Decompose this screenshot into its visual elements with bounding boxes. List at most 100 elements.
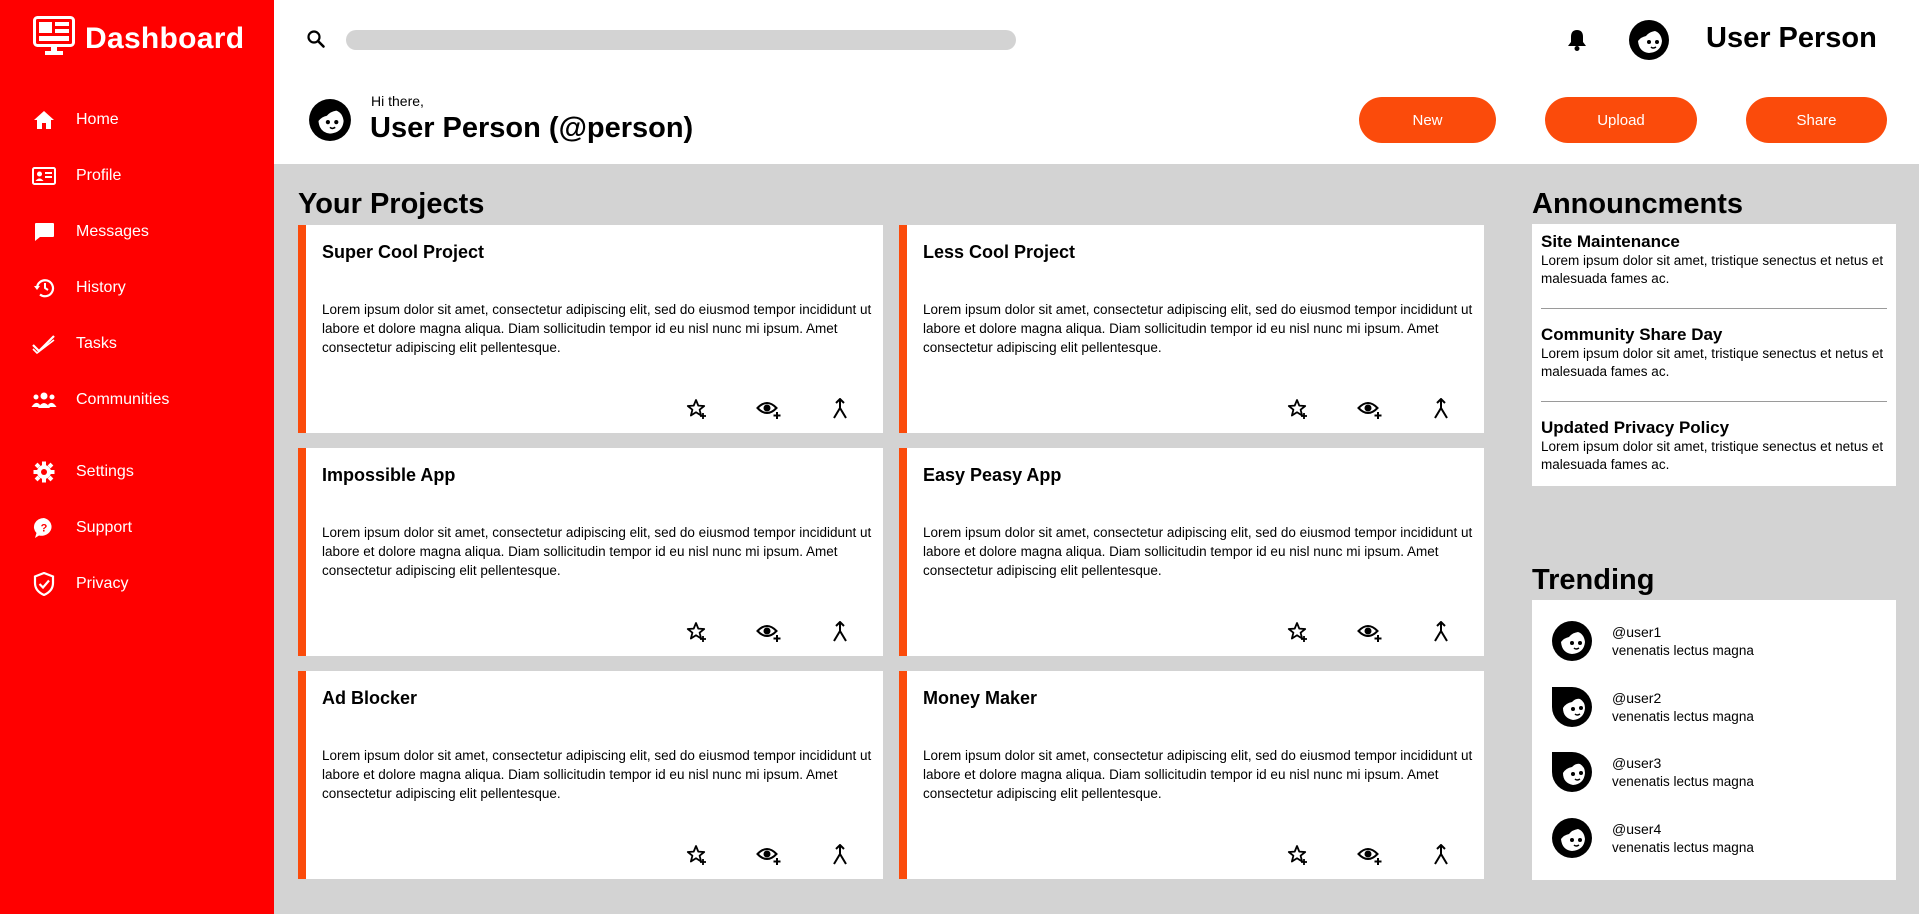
project-description: Lorem ipsum dolor sit amet, consectetur …	[322, 748, 872, 801]
watch-add-icon[interactable]	[1356, 841, 1384, 869]
sidebar-item-profile[interactable]: Profile	[30, 159, 260, 193]
avatar	[1551, 686, 1593, 733]
project-title[interactable]: Ad Blocker	[322, 688, 417, 709]
sidebar-item-label: Home	[76, 111, 119, 128]
sidebar-item-support[interactable]: ? Support	[30, 511, 260, 545]
trending-user[interactable]: @user3 venenatis lectus magna	[1551, 751, 1881, 801]
announcements-panel: Site Maintenance Lorem ipsum dolor sit a…	[1532, 224, 1896, 486]
trending-panel: @user1 venenatis lectus magna @user2 ven…	[1532, 600, 1896, 880]
project-title[interactable]: Impossible App	[322, 465, 455, 486]
share-button[interactable]: Share	[1746, 97, 1887, 143]
fork-icon[interactable]	[1427, 395, 1455, 423]
upload-button[interactable]: Upload	[1545, 97, 1697, 143]
trending-user[interactable]: @user2 venenatis lectus magna	[1551, 686, 1881, 736]
shield-icon	[30, 570, 58, 598]
sidebar-item-communities[interactable]: Communities	[30, 383, 260, 417]
svg-text:?: ?	[41, 523, 48, 535]
brand[interactable]: Dashboard	[33, 16, 244, 61]
project-card[interactable]: Super Cool Project Lorem ipsum dolor sit …	[298, 225, 883, 433]
announcement-title: Site Maintenance	[1541, 232, 1680, 251]
history-icon	[30, 274, 58, 302]
projects-heading: Your Projects	[298, 188, 485, 220]
project-actions	[1184, 383, 1484, 433]
search-icon[interactable]	[306, 29, 326, 54]
project-card[interactable]: Ad Blocker Lorem ipsum dolor sit amet, co…	[298, 671, 883, 879]
announcement-item[interactable]: Site Maintenance Lorem ipsum dolor sit a…	[1541, 232, 1887, 288]
announcement-title: Updated Privacy Policy	[1541, 418, 1730, 437]
sidebar-item-messages[interactable]: Messages	[30, 215, 260, 249]
greeting-small: Hi there,	[371, 93, 424, 109]
fork-icon[interactable]	[1427, 618, 1455, 646]
bell-icon[interactable]	[1566, 28, 1588, 57]
announcement-item[interactable]: Updated Privacy Policy Lorem ipsum dolor…	[1541, 418, 1887, 474]
project-card[interactable]: Impossible App Lorem ipsum dolor sit amet…	[298, 448, 883, 656]
project-description: Lorem ipsum dolor sit amet, consectetur …	[322, 302, 872, 355]
sidebar-item-label: Support	[76, 519, 133, 536]
project-card[interactable]: Money Maker Lorem ipsum dolor sit amet, c…	[899, 671, 1484, 879]
trending-user[interactable]: @user1 venenatis lectus magna	[1551, 620, 1881, 670]
watch-add-icon[interactable]	[755, 395, 783, 423]
watch-add-icon[interactable]	[1356, 618, 1384, 646]
star-add-icon[interactable]	[683, 841, 711, 869]
watch-add-icon[interactable]	[1356, 395, 1384, 423]
sidebar-item-label: Messages	[76, 223, 149, 240]
project-description: Lorem ipsum dolor sit amet, consectetur …	[923, 525, 1473, 578]
fork-icon[interactable]	[826, 395, 854, 423]
fork-icon[interactable]	[826, 618, 854, 646]
project-title[interactable]: Money Maker	[923, 688, 1037, 709]
trending-handle: @user3	[1612, 755, 1662, 771]
sidebar-item-home[interactable]: Home	[30, 103, 260, 137]
fork-icon[interactable]	[1427, 841, 1455, 869]
star-add-icon[interactable]	[683, 395, 711, 423]
sidebar-item-tasks[interactable]: Tasks	[30, 327, 260, 361]
sidebar: Dashboard Home Profile Messages History	[0, 0, 274, 914]
project-title[interactable]: Super Cool Project	[322, 242, 484, 263]
avatar[interactable]	[1628, 19, 1670, 66]
avatar	[1551, 620, 1593, 667]
top-header: User Person Hi there, User Person (@pers…	[274, 0, 1919, 164]
sidebar-item-label: Profile	[76, 167, 122, 184]
watch-add-icon[interactable]	[755, 618, 783, 646]
people-icon	[30, 386, 58, 414]
announcement-item[interactable]: Community Share Day Lorem ipsum dolor si…	[1541, 325, 1887, 381]
project-actions	[1184, 829, 1484, 879]
gear-icon	[30, 458, 58, 486]
sidebar-item-label: Tasks	[76, 335, 117, 352]
watch-add-icon[interactable]	[755, 841, 783, 869]
trending-subtitle: venenatis lectus magna	[1612, 774, 1754, 789]
project-card[interactable]: Less Cool Project Lorem ipsum dolor sit a…	[899, 225, 1484, 433]
chat-bubble-icon	[30, 218, 58, 246]
star-add-icon[interactable]	[1284, 395, 1312, 423]
announcement-body: Lorem ipsum dolor sit amet, tristique se…	[1541, 346, 1884, 379]
new-button[interactable]: New	[1359, 97, 1496, 143]
avatar	[308, 98, 352, 147]
sidebar-item-label: Privacy	[76, 575, 129, 592]
username[interactable]: User Person	[1706, 22, 1877, 55]
trending-user[interactable]: @user4 venenatis lectus magna	[1551, 817, 1881, 867]
project-title[interactable]: Easy Peasy App	[923, 465, 1061, 486]
announcement-body: Lorem ipsum dolor sit amet, tristique se…	[1541, 439, 1884, 472]
star-add-icon[interactable]	[683, 618, 711, 646]
star-add-icon[interactable]	[1284, 841, 1312, 869]
search-input[interactable]	[346, 30, 1016, 50]
sidebar-item-privacy[interactable]: Privacy	[30, 567, 260, 601]
sidebar-item-label: History	[76, 279, 126, 296]
avatar	[1551, 817, 1593, 864]
sidebar-item-history[interactable]: History	[30, 271, 260, 305]
project-description: Lorem ipsum dolor sit amet, consectetur …	[322, 525, 872, 578]
fork-icon[interactable]	[826, 841, 854, 869]
project-title[interactable]: Less Cool Project	[923, 242, 1075, 263]
checkmark-icon	[30, 330, 58, 358]
announcement-title: Community Share Day	[1541, 325, 1723, 344]
trending-subtitle: venenatis lectus magna	[1612, 709, 1754, 724]
home-icon	[30, 106, 58, 134]
trending-handle: @user1	[1612, 624, 1662, 640]
project-actions	[583, 829, 883, 879]
brand-title: Dashboard	[85, 21, 245, 55]
divider	[1541, 401, 1887, 402]
project-card[interactable]: Easy Peasy App Lorem ipsum dolor sit amet…	[899, 448, 1484, 656]
project-description: Lorem ipsum dolor sit amet, consectetur …	[923, 302, 1473, 355]
trending-subtitle: venenatis lectus magna	[1612, 840, 1754, 855]
star-add-icon[interactable]	[1284, 618, 1312, 646]
sidebar-item-settings[interactable]: Settings	[30, 455, 260, 489]
